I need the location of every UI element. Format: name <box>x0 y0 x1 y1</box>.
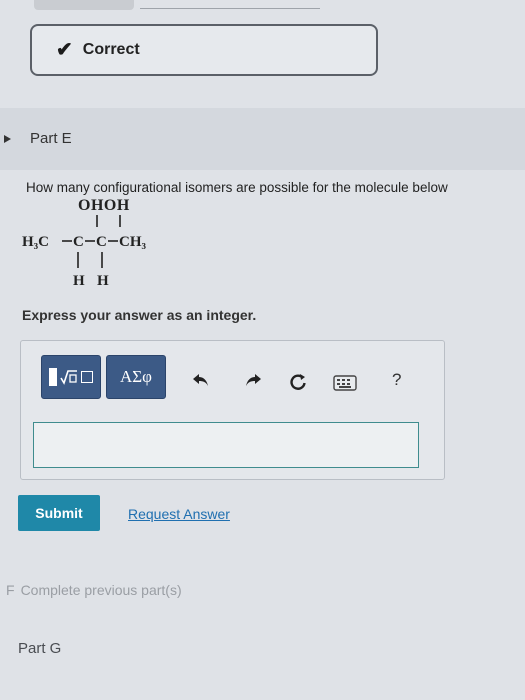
part-f-row: F Complete previous part(s) <box>6 582 182 598</box>
methyl-left-label: H₃C <box>22 234 49 250</box>
reset-icon[interactable] <box>288 372 308 397</box>
divider <box>140 8 320 9</box>
previous-submit-button-edge <box>34 0 134 10</box>
hydrogen-2-label: H <box>97 273 109 289</box>
keyboard-icon[interactable] <box>333 375 357 396</box>
part-g-title[interactable]: Part G <box>18 640 61 657</box>
part-f-message: Complete previous part(s) <box>20 582 182 598</box>
molecule-structure: OHOH H₃C C C CH₃ H H <box>22 197 147 289</box>
carbon-1-label: C <box>73 234 84 250</box>
methyl-right-label: CH₃ <box>119 234 147 250</box>
answer-input[interactable] <box>33 422 419 468</box>
answer-instruction: Express your answer as an integer. <box>22 307 257 323</box>
help-icon[interactable]: ? <box>392 370 401 390</box>
question-text: How many configurational isomers are pos… <box>26 180 448 195</box>
symbols-button[interactable]: ΑΣφ <box>106 355 166 399</box>
hydrogen-1-label: H <box>73 273 85 289</box>
check-icon: ✔ <box>56 39 73 61</box>
submit-button[interactable]: Submit <box>18 495 100 531</box>
hydroxyl-groups-label: OHOH <box>78 197 130 214</box>
templates-button[interactable] <box>41 355 101 399</box>
caret-down-icon[interactable] <box>4 135 11 143</box>
request-answer-link[interactable]: Request Answer <box>128 506 230 522</box>
templates-icon <box>49 368 93 386</box>
correct-feedback-box: ✔ Correct <box>30 24 378 76</box>
part-e-header[interactable] <box>0 108 525 170</box>
feedback-label: Correct <box>82 41 140 58</box>
part-f-letter: F <box>6 582 15 598</box>
part-e-title[interactable]: Part E <box>30 130 72 147</box>
carbon-2-label: C <box>96 234 107 250</box>
undo-icon[interactable] <box>192 372 210 393</box>
redo-icon[interactable] <box>244 372 262 393</box>
